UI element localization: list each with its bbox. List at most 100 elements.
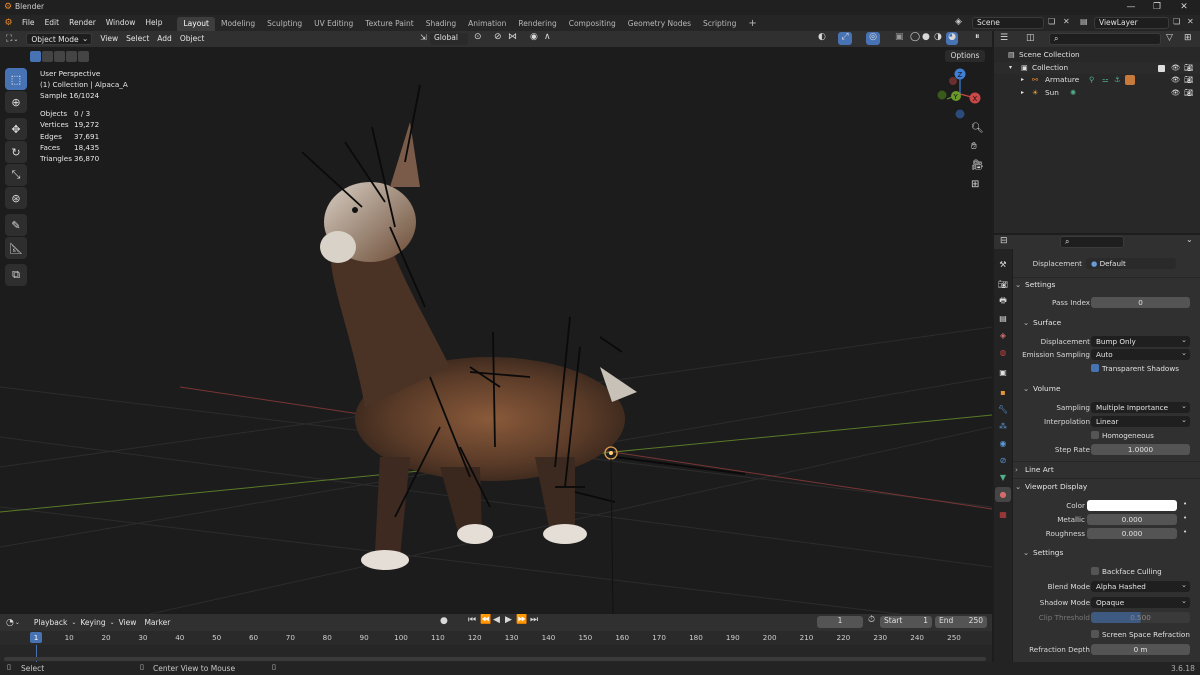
tab-shading[interactable]: Shading bbox=[420, 17, 462, 31]
menu-keying[interactable]: Keying bbox=[76, 617, 109, 629]
view-layer-icon[interactable]: ▤ bbox=[1080, 17, 1088, 26]
modifier-tab-icon[interactable]: 🔧︎ bbox=[995, 402, 1011, 417]
add-workspace-icon[interactable]: + bbox=[742, 17, 762, 31]
section-surface[interactable]: ⌄ Surface bbox=[1023, 316, 1200, 329]
camera-view-icon[interactable]: 🎥︎ bbox=[971, 160, 984, 171]
outliner-search-input[interactable]: ⌕ bbox=[1049, 33, 1161, 45]
blend-mode-dropdown[interactable]: Alpha Hashed bbox=[1091, 579, 1190, 592]
render-icon[interactable]: 📷︎ bbox=[1184, 87, 1193, 100]
material-shading-icon[interactable]: ◑ bbox=[934, 32, 942, 42]
proportional-falloff-icon[interactable]: ∧ bbox=[544, 32, 551, 42]
tab-modeling[interactable]: Modeling bbox=[215, 17, 261, 31]
pause-render-icon[interactable]: ⏸ bbox=[975, 32, 980, 42]
tool-tab-icon[interactable]: ⚒ bbox=[995, 257, 1011, 272]
move-tool-icon[interactable]: ✥ bbox=[5, 118, 27, 140]
menu-window[interactable]: Window bbox=[101, 15, 141, 31]
tab-layout[interactable]: Layout bbox=[177, 16, 215, 31]
menu-playback[interactable]: Playback bbox=[30, 617, 71, 629]
clip-threshold-field[interactable]: 0.500 bbox=[1091, 612, 1190, 623]
3d-viewport[interactable]: Z X Y Options 🔍︎ ✋︎ 🎥︎ ⊞ bbox=[0, 47, 992, 614]
sampling-dropdown[interactable]: Multiple Importance bbox=[1091, 400, 1190, 413]
menu-view[interactable]: View bbox=[115, 617, 141, 629]
color-swatch[interactable] bbox=[1087, 500, 1177, 511]
scene-tab-icon[interactable]: ◈ bbox=[995, 328, 1011, 343]
tab-compositing[interactable]: Compositing bbox=[563, 17, 622, 31]
annotate-tool-icon[interactable]: ✎ bbox=[5, 214, 27, 236]
expand-arrow-icon[interactable]: ▸ bbox=[1021, 87, 1024, 100]
snap-icon[interactable]: ⊘ bbox=[494, 32, 502, 42]
end-frame-field[interactable]: End 250 bbox=[935, 616, 987, 628]
overlay-toggle-icon[interactable]: ◎ bbox=[866, 32, 880, 45]
measure-tool-icon[interactable]: 📐︎ bbox=[5, 237, 27, 259]
eye-icon[interactable]: 👁︎ bbox=[1171, 74, 1180, 87]
keyframe-dot-icon[interactable]: • bbox=[1183, 528, 1187, 536]
pivot-icon[interactable]: ⊙ bbox=[474, 32, 482, 42]
properties-search-input[interactable]: ⌕ bbox=[1060, 236, 1124, 248]
shadow-mode-dropdown[interactable]: Opaque bbox=[1091, 595, 1190, 608]
select-invert-icon[interactable] bbox=[78, 51, 89, 62]
section-viewport-display[interactable]: ⌄ Viewport Display bbox=[1015, 480, 1198, 493]
section-line-art[interactable]: › Line Art bbox=[1015, 463, 1198, 476]
jump-start-icon[interactable]: ⏮ bbox=[468, 615, 476, 625]
editor-type-icon[interactable]: ⛶ bbox=[6, 34, 12, 44]
timeline-track[interactable] bbox=[0, 645, 992, 662]
output-tab-icon[interactable]: 🖶︎ bbox=[995, 294, 1011, 309]
timeline-scrollbar[interactable] bbox=[4, 657, 986, 661]
tab-texture-paint[interactable]: Texture Paint bbox=[359, 17, 419, 31]
record-icon[interactable]: ● bbox=[440, 616, 448, 626]
pan-hand-icon[interactable]: ✋︎ bbox=[971, 141, 977, 152]
zoom-icon[interactable]: 🔍︎ bbox=[971, 123, 984, 134]
physics-tab-icon[interactable]: ◉ bbox=[995, 436, 1011, 451]
ssr-checkbox[interactable] bbox=[1091, 630, 1099, 638]
section-volume[interactable]: ⌄ Volume bbox=[1023, 382, 1200, 395]
new-scene-icon[interactable]: ❏ bbox=[1048, 17, 1055, 26]
refraction-depth-field[interactable]: 0 m bbox=[1091, 644, 1190, 655]
scene-icon[interactable]: ◈ bbox=[955, 17, 962, 27]
pass-index-field[interactable]: 0 bbox=[1091, 297, 1190, 308]
tab-animation[interactable]: Animation bbox=[462, 17, 512, 31]
xray-icon[interactable]: ▣ bbox=[895, 32, 904, 42]
menu-render[interactable]: Render bbox=[64, 15, 101, 31]
metallic-field[interactable]: 0.000 bbox=[1087, 514, 1177, 525]
add-cube-tool-icon[interactable]: ⧉ bbox=[5, 264, 27, 286]
mode-selector[interactable]: Object Mode ⌄ bbox=[26, 33, 93, 45]
rotate-tool-icon[interactable]: ↻ bbox=[5, 141, 27, 163]
orientation-selector[interactable]: Global bbox=[430, 33, 468, 45]
constraints-tab-icon[interactable]: ⊘ bbox=[995, 453, 1011, 468]
world-tab-icon[interactable]: ◍ bbox=[995, 345, 1011, 360]
displacement-method-field[interactable]: ● Default bbox=[1086, 258, 1176, 269]
backface-culling-checkbox[interactable] bbox=[1091, 567, 1099, 575]
ortho-grid-icon[interactable]: ⊞ bbox=[971, 179, 979, 190]
collection-tab-icon[interactable]: ▣ bbox=[995, 365, 1011, 380]
transform-tool-icon[interactable]: ⊛ bbox=[5, 187, 27, 209]
render-icon[interactable]: 📷︎ bbox=[1184, 74, 1193, 87]
scale-tool-icon[interactable]: ⤡ bbox=[5, 164, 27, 186]
outliner-editor-icon[interactable]: ☰ bbox=[1000, 33, 1008, 43]
scene-selector[interactable]: Scene bbox=[972, 17, 1044, 29]
select-intersect-icon[interactable] bbox=[66, 51, 77, 62]
eye-icon[interactable]: 👁︎ bbox=[1171, 62, 1180, 75]
snap-target-icon[interactable]: ⋈ bbox=[508, 32, 517, 42]
texture-tab-icon[interactable]: ▦ bbox=[995, 507, 1011, 522]
view-layer-tab-icon[interactable]: ▤ bbox=[995, 311, 1011, 326]
menu-add[interactable]: Add bbox=[153, 33, 176, 45]
solid-shading-icon[interactable]: ● bbox=[922, 32, 930, 42]
select-box-tool-icon[interactable]: ⬚ bbox=[5, 68, 27, 90]
tab-sculpting[interactable]: Sculpting bbox=[261, 17, 308, 31]
display-mode-icon[interactable]: ◫ bbox=[1026, 33, 1035, 43]
transparent-shadows-checkbox[interactable] bbox=[1091, 364, 1099, 372]
object-tab-icon[interactable]: ▪ bbox=[995, 385, 1011, 400]
surface-displacement-dropdown[interactable]: Bump Only bbox=[1091, 334, 1190, 347]
select-new-icon[interactable] bbox=[30, 51, 41, 62]
cursor-tool-icon[interactable]: ⊕ bbox=[5, 91, 27, 113]
tab-uv-editing[interactable]: UV Editing bbox=[308, 17, 359, 31]
prev-keyframe-icon[interactable]: ⏪ bbox=[480, 615, 491, 625]
tab-geometry-nodes[interactable]: Geometry Nodes bbox=[622, 17, 697, 31]
filter-icon[interactable]: ▽ bbox=[1166, 33, 1173, 43]
outliner-row[interactable]: ▸ ☀ Sun ✺ 👁︎ 📷︎ bbox=[994, 87, 1200, 100]
outliner-row[interactable]: ▾ ▣ Collection 👁︎ 📷︎ bbox=[994, 61, 1200, 75]
minimize-icon[interactable]: — bbox=[1117, 0, 1145, 15]
keyframe-dot-icon[interactable]: • bbox=[1183, 500, 1187, 508]
chevron-down-icon[interactable]: ⌄ bbox=[15, 619, 20, 626]
view-layer-selector[interactable]: ViewLayer bbox=[1094, 17, 1169, 29]
